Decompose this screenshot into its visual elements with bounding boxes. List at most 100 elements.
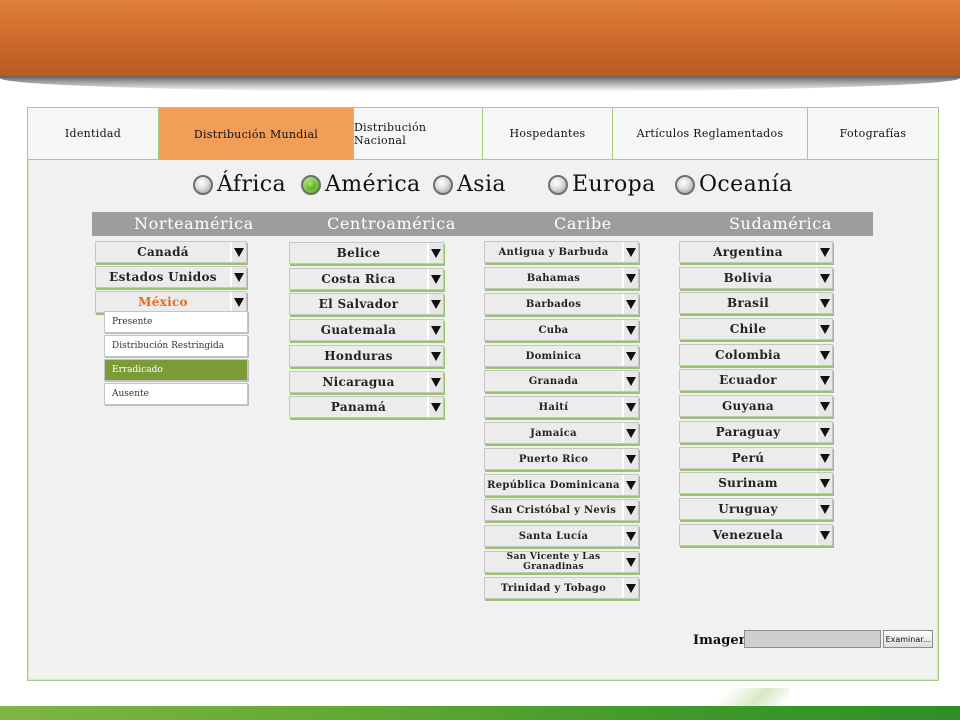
chevron-down-icon[interactable] [816,319,832,339]
country-button[interactable]: Granada [484,370,639,392]
chevron-down-icon[interactable] [427,294,443,314]
country-button[interactable]: San Vicente y Las Granadinas [484,551,639,573]
tab-distribucion-nacional[interactable]: Distribución Nacional [354,108,483,159]
chevron-down-icon[interactable] [816,242,832,262]
chevron-down-icon[interactable] [622,320,638,340]
chevron-down-icon[interactable] [816,396,832,416]
chevron-down-icon[interactable] [816,448,832,468]
country-button[interactable]: San Cristóbal y Nevis [484,499,639,521]
status-option-distribucion-restringida[interactable]: Distribución Restringida [104,335,248,357]
tab-distribucion-mundial[interactable]: Distribución Mundial [159,108,354,160]
country-button[interactable]: Estados Unidos [95,266,247,288]
chevron-down-icon[interactable] [816,525,832,545]
chevron-down-icon[interactable] [427,372,443,392]
chevron-down-icon[interactable] [622,242,638,262]
country-button[interactable]: Dominica [484,345,639,367]
radio-icon[interactable] [548,174,568,195]
chevron-down-icon[interactable] [816,499,832,519]
browse-button[interactable]: Examinar... [883,630,933,648]
chevron-down-icon[interactable] [622,552,638,572]
country-button[interactable]: Santa Lucía [484,525,639,547]
country-button[interactable]: República Dominicana [484,474,639,496]
country-button[interactable]: Costa Rica [289,268,444,290]
chevron-down-icon[interactable] [622,346,638,366]
subregion-header: Norteamérica Centroamérica Caribe Sudamé… [92,212,873,236]
country-button[interactable]: Brasil [679,292,833,314]
country-button[interactable]: Guyana [679,395,833,417]
country-button[interactable]: Nicaragua [289,371,444,393]
chevron-down-icon[interactable] [230,242,246,262]
country-label: Venezuela [712,528,784,542]
chevron-down-icon[interactable] [816,370,832,390]
country-button[interactable]: Venezuela [679,524,833,546]
tab-hospedantes[interactable]: Hospedantes [483,108,613,159]
country-button[interactable]: Honduras [289,345,444,367]
chevron-down-icon[interactable] [622,475,638,495]
country-button[interactable]: Guatemala [289,319,444,341]
country-button[interactable]: Bolivia [679,267,833,289]
radio-selected-icon[interactable] [301,174,321,195]
chevron-down-icon[interactable] [230,267,246,287]
chevron-down-icon[interactable] [622,578,638,598]
chevron-down-icon[interactable] [427,243,443,263]
country-label: Barbados [525,298,582,310]
country-button[interactable]: Chile [679,318,833,340]
chevron-down-icon[interactable] [816,268,832,288]
chevron-down-icon[interactable] [230,292,246,312]
country-button-active[interactable]: México [95,291,247,313]
region-europa[interactable]: Europa [548,172,656,197]
tab-fotografias[interactable]: Fotografías [808,108,938,159]
country-button[interactable]: Cuba [484,319,639,341]
chevron-down-icon[interactable] [622,500,638,520]
country-button[interactable]: Colombia [679,344,833,366]
tab-identidad[interactable]: Identidad [28,108,159,159]
region-label: Europa [572,172,656,197]
tab-articulos-reglamentados[interactable]: Artículos Reglamentados [613,108,808,159]
radio-icon[interactable] [193,174,213,195]
chevron-down-icon[interactable] [622,526,638,546]
chevron-down-icon[interactable] [427,397,443,417]
chevron-down-icon[interactable] [622,294,638,314]
country-button[interactable]: Haití [484,396,639,418]
subregion-norteamerica: Norteamérica [134,214,254,233]
country-button[interactable]: Paraguay [679,421,833,443]
region-america[interactable]: América [301,172,421,197]
country-button[interactable]: Belice [289,242,444,264]
chevron-down-icon[interactable] [622,449,638,469]
country-button[interactable]: Uruguay [679,498,833,520]
country-button[interactable]: Surinam [679,472,833,494]
country-label: México [138,295,188,309]
chevron-down-icon[interactable] [816,473,832,493]
country-button[interactable]: Canadá [95,241,247,263]
region-oceania[interactable]: Oceanía [675,172,793,197]
region-africa[interactable]: África [193,172,286,197]
chevron-down-icon[interactable] [816,422,832,442]
chevron-down-icon[interactable] [622,371,638,391]
country-button[interactable]: Ecuador [679,369,833,391]
chevron-down-icon[interactable] [816,345,832,365]
country-button[interactable]: Antigua y Barbuda [484,241,639,263]
status-option-presente[interactable]: Presente [104,311,248,333]
chevron-down-icon[interactable] [816,293,832,313]
country-button[interactable]: Barbados [484,293,639,315]
region-asia[interactable]: Asia [433,172,506,197]
country-button[interactable]: Jamaica [484,422,639,444]
status-option-ausente[interactable]: Ausente [104,383,248,405]
country-button[interactable]: Panamá [289,396,444,418]
country-button[interactable]: Bahamas [484,267,639,289]
chevron-down-icon[interactable] [622,268,638,288]
country-button[interactable]: El Salvador [289,293,444,315]
chevron-down-icon[interactable] [622,397,638,417]
chevron-down-icon[interactable] [622,423,638,443]
chevron-down-icon[interactable] [427,346,443,366]
radio-icon[interactable] [433,174,453,195]
country-button[interactable]: Puerto Rico [484,448,639,470]
country-button[interactable]: Argentina [679,241,833,263]
country-button[interactable]: Trinidad y Tobago [484,577,639,599]
chevron-down-icon[interactable] [427,269,443,289]
imagen-file-field[interactable] [744,630,881,648]
radio-icon[interactable] [675,174,695,195]
status-option-erradicado[interactable]: Erradicado [104,359,248,381]
country-button[interactable]: Perú [679,447,833,469]
chevron-down-icon[interactable] [427,320,443,340]
